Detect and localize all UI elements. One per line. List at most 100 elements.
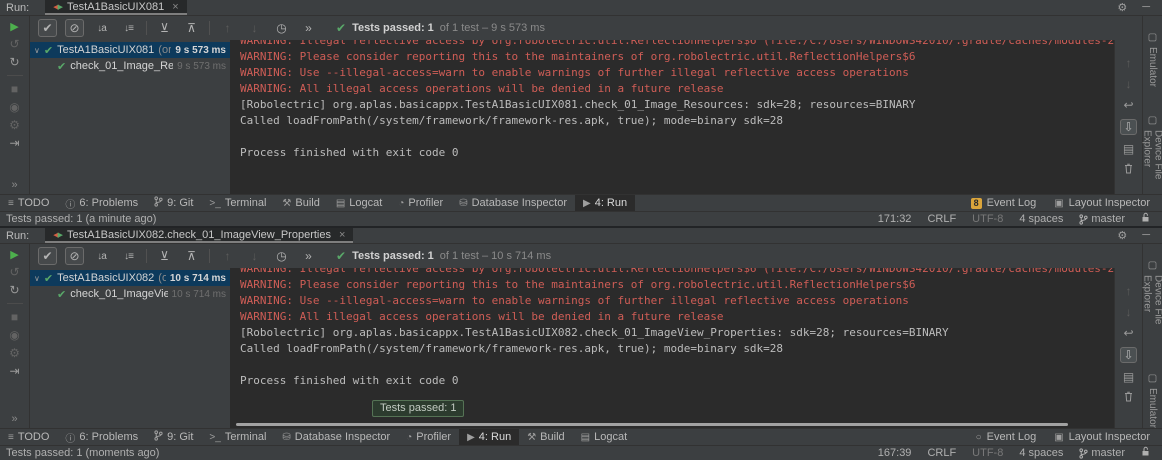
emulator-tool-button[interactable]: ▢Emulator (1147, 373, 1158, 428)
line-ending[interactable]: CRLF (927, 213, 956, 225)
sort-by-duration-icon[interactable]: ↓≡ (119, 19, 138, 37)
rerun-failed-tests-button[interactable]: ↺ (9, 37, 19, 51)
collapse-all-icon[interactable]: ⊼ (182, 247, 201, 265)
print-icon[interactable]: ▤ (1123, 142, 1134, 156)
unlock-icon[interactable] (1141, 212, 1150, 226)
rerun-tests-button[interactable]: ▶ (10, 248, 18, 261)
print-icon[interactable]: ▤ (1123, 370, 1134, 384)
previous-occurrence-icon[interactable]: ↑ (218, 247, 237, 265)
close-icon[interactable]: × (339, 229, 345, 241)
show-passed-toggle[interactable]: ✔ (38, 247, 57, 265)
toolwin-logcat-button[interactable]: ▤Logcat (573, 429, 635, 445)
toolwin-todo-button[interactable]: ≡TODO (0, 429, 57, 445)
run-tab[interactable]: ◀▶ TestA1BasicUIX081 × (45, 0, 186, 15)
test-history-icon[interactable]: ◷ (272, 19, 291, 37)
toolwin-build-button[interactable]: ⚒Build (519, 429, 572, 445)
sort-by-duration-icon[interactable]: ↓≡ (119, 247, 138, 265)
toolwin-database-inspector-button[interactable]: ⛁Database Inspector (274, 429, 398, 445)
clear-console-trash-icon[interactable] (1124, 163, 1133, 177)
minimize-icon[interactable]: ─ (1142, 1, 1150, 14)
collapse-all-icon[interactable]: ⊼ (182, 19, 201, 37)
toggle-auto-test-icon[interactable]: ↻ (9, 55, 19, 69)
test-tree-row-suite[interactable]: ∨ ✔ TestA1BasicUIX081(org.aplas.basica 9… (30, 42, 230, 58)
caret-position[interactable]: 167:39 (878, 447, 912, 459)
previous-occurrence-icon[interactable]: ↑ (218, 19, 237, 37)
up-arrow-icon[interactable]: ↑ (1126, 284, 1132, 298)
scroll-to-end-toggle[interactable]: ⇩ (1120, 347, 1137, 363)
hide-panel-chevrons-icon[interactable]: » (11, 413, 17, 425)
toolwin-logcat-button[interactable]: ▤Logcat (328, 195, 390, 211)
down-arrow-icon[interactable]: ↓ (1126, 305, 1132, 319)
soft-wrap-icon[interactable]: ↩ (1123, 98, 1133, 112)
layout-inspector-button[interactable]: ▣Layout Inspector (1054, 197, 1150, 209)
show-passed-toggle[interactable]: ✔ (38, 19, 57, 37)
status-message[interactable]: Tests passed: 1 (moments ago) (6, 447, 159, 459)
screenshot-button[interactable]: ◉ (9, 328, 19, 342)
import-tests-icon[interactable]: ⇥ (9, 136, 19, 150)
toolwin-terminal-button[interactable]: >_Terminal (201, 429, 274, 445)
toolwin-terminal-button[interactable]: >_Terminal (201, 195, 274, 211)
toolwin-profiler-button[interactable]: ◔Profiler (390, 195, 451, 211)
encoding[interactable]: UTF-8 (972, 213, 1003, 225)
run-tab[interactable]: ◀▶ TestA1BasicUIX082.check_01_ImageView_… (45, 228, 353, 243)
horizontal-scrollbar[interactable] (236, 423, 1068, 426)
toggle-auto-test-icon[interactable]: ↻ (9, 283, 19, 297)
gear-icon[interactable]: ⚙ (1117, 229, 1127, 242)
git-branch-widget[interactable]: master (1079, 213, 1125, 225)
test-history-icon[interactable]: ◷ (272, 247, 291, 265)
more-options-chevrons-icon[interactable]: » (299, 247, 318, 265)
test-settings-icon[interactable]: ⚙ (9, 346, 20, 360)
git-branch-widget[interactable]: master (1079, 447, 1125, 459)
device-file-explorer-tool-button[interactable]: ▢Device File Explorer (1142, 115, 1162, 194)
expand-all-icon[interactable]: ⊻ (155, 247, 174, 265)
test-tree-row-case[interactable]: ✔ check_01_ImageView_Properties 10 s 714… (30, 286, 230, 302)
sort-alphabetically-icon[interactable]: ↓a (92, 247, 111, 265)
scroll-to-end-toggle[interactable]: ⇩ (1120, 119, 1137, 135)
more-options-chevrons-icon[interactable]: » (299, 19, 318, 37)
sort-alphabetically-icon[interactable]: ↓a (92, 19, 111, 37)
test-tree-row-suite[interactable]: ∨ ✔ TestA1BasicUIX082(org.aplas.basica 1… (30, 270, 230, 286)
rerun-failed-tests-button[interactable]: ↺ (9, 265, 19, 279)
rerun-tests-button[interactable]: ▶ (10, 20, 18, 33)
show-ignored-toggle[interactable]: ⊘ (65, 247, 84, 265)
caret-position[interactable]: 171:32 (878, 213, 912, 225)
toolwin-problems-button[interactable]: ⓘ6: Problems (57, 429, 146, 445)
encoding[interactable]: UTF-8 (972, 447, 1003, 459)
event-log-button[interactable]: ○Event Log (976, 431, 1037, 443)
next-occurrence-icon[interactable]: ↓ (245, 247, 264, 265)
minimize-icon[interactable]: ─ (1142, 229, 1150, 242)
test-settings-icon[interactable]: ⚙ (9, 118, 20, 132)
import-tests-icon[interactable]: ⇥ (9, 364, 19, 378)
next-occurrence-icon[interactable]: ↓ (245, 19, 264, 37)
indent-setting[interactable]: 4 spaces (1019, 213, 1063, 225)
gear-icon[interactable]: ⚙ (1117, 1, 1127, 14)
toolwin-profiler-button[interactable]: ◔Profiler (398, 429, 459, 445)
test-tree-row-case[interactable]: ✔ check_01_Image_Resources 9 s 573 ms (30, 58, 230, 74)
toolwin-problems-button[interactable]: ⓘ6: Problems (57, 195, 146, 211)
soft-wrap-icon[interactable]: ↩ (1123, 326, 1133, 340)
down-arrow-icon[interactable]: ↓ (1126, 77, 1132, 91)
status-message[interactable]: Tests passed: 1 (a minute ago) (6, 213, 156, 225)
toolwin-todo-button[interactable]: ≡TODO (0, 195, 57, 211)
close-icon[interactable]: × (172, 1, 178, 13)
clear-console-trash-icon[interactable] (1124, 391, 1133, 405)
up-arrow-icon[interactable]: ↑ (1126, 56, 1132, 70)
event-log-button[interactable]: 8Event Log (971, 197, 1037, 209)
console-output[interactable]: WARNING: Illegal reflective access by or… (230, 40, 1114, 194)
layout-inspector-button[interactable]: ▣Layout Inspector (1054, 431, 1150, 443)
emulator-tool-button[interactable]: ▢Emulator (1147, 32, 1158, 87)
chevron-down-icon[interactable]: ∨ (34, 46, 40, 55)
hide-panel-chevrons-icon[interactable]: » (11, 179, 17, 191)
console-output[interactable]: WARNING: Illegal reflective access by or… (230, 268, 1114, 428)
line-ending[interactable]: CRLF (927, 447, 956, 459)
show-ignored-toggle[interactable]: ⊘ (65, 19, 84, 37)
screenshot-button[interactable]: ◉ (9, 100, 19, 114)
toolwin-database-inspector-button[interactable]: ⛁Database Inspector (451, 195, 575, 211)
unlock-icon[interactable] (1141, 446, 1150, 460)
toolwin-git-button[interactable]: 9: Git (146, 429, 201, 445)
toolwin-run-button[interactable]: ▶4: Run (575, 195, 635, 211)
indent-setting[interactable]: 4 spaces (1019, 447, 1063, 459)
toolwin-git-button[interactable]: 9: Git (146, 195, 201, 211)
expand-all-icon[interactable]: ⊻ (155, 19, 174, 37)
toolwin-run-button[interactable]: ▶4: Run (459, 429, 519, 445)
